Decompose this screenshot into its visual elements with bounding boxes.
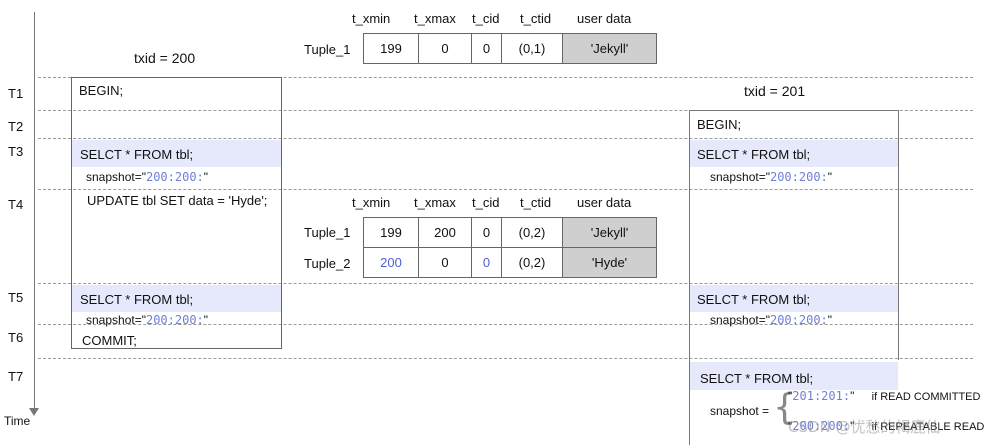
snapshot-value: 200:200: [769, 313, 828, 327]
tx-right-label: txid = 201 [744, 83, 806, 99]
mid-col-xmin: t_xmin [352, 195, 391, 210]
snapshot-option-mode: if READ COMMITTED [871, 391, 981, 403]
tx-right-border-right [898, 110, 899, 360]
mid-tuple2-xmin: 200 [363, 247, 419, 278]
watermark: CSDN @忧愁的褐鹿仙 [788, 418, 941, 436]
mid-col-ctid: t_ctid [520, 195, 552, 210]
tx-right-snapshot2: snapshot="200:200:" [710, 313, 832, 327]
snapshot-prefix: snapshot=" [86, 170, 146, 184]
mid-tuple2-ctid: (0,2) [501, 247, 563, 278]
time-label-t3: T3 [8, 144, 24, 159]
top-col-userdata: user data [577, 11, 632, 26]
tx-left-begin: BEGIN; [79, 83, 124, 98]
top-tuple1-xmin: 199 [363, 33, 419, 64]
tx-left-label: txid = 200 [134, 50, 196, 66]
separator-t7 [38, 358, 973, 359]
snapshot-prefix: snapshot=" [710, 170, 770, 184]
tx-right-select3: SELCT * FROM tbl; [700, 371, 814, 386]
top-tuple1-ctid: (0,1) [501, 33, 563, 64]
tx-right-select2: SELCT * FROM tbl; [697, 292, 811, 307]
mid-tuple2-data: 'Hyde' [562, 247, 657, 278]
snapshot-prefix: snapshot=" [86, 313, 146, 327]
tx-right-select1: SELCT * FROM tbl; [697, 147, 811, 162]
tx-left-commit: COMMIT; [82, 333, 137, 348]
snapshot-value: 200:200: [145, 170, 204, 184]
tx-left-snapshot1: snapshot="200:200:" [86, 170, 208, 184]
mid-tuple1-xmin: 199 [363, 217, 419, 248]
time-axis [34, 12, 35, 412]
top-tuple1-xmax: 0 [418, 33, 472, 64]
snapshot-option-value: 201:201: [792, 389, 851, 403]
snapshot-suffix: " [203, 170, 209, 184]
tx-right-border-top [689, 110, 899, 111]
tx-right-begin: BEGIN; [697, 117, 742, 132]
mid-tuple2-cid: 0 [471, 247, 502, 278]
tx-right-snapshot-label: snapshot = [710, 404, 770, 418]
mid-tuple1-name: Tuple_1 [304, 225, 351, 240]
snapshot-value: 200:200: [145, 313, 204, 327]
top-col-cid: t_cid [472, 11, 500, 26]
mid-col-cid: t_cid [472, 195, 500, 210]
time-label-t2: T2 [8, 119, 24, 134]
snapshot-prefix: snapshot=" [710, 313, 770, 327]
time-label-t1: T1 [8, 86, 24, 101]
top-col-xmin: t_xmin [352, 11, 391, 26]
tx-left-select2: SELCT * FROM tbl; [80, 292, 194, 307]
top-col-xmax: t_xmax [414, 11, 456, 26]
time-axis-arrow-icon [29, 408, 39, 416]
mid-tuple2-xmax: 0 [418, 247, 472, 278]
time-label-t6: T6 [8, 330, 24, 345]
snapshot-suffix: " [827, 170, 833, 184]
snapshot-suffix: " [827, 313, 833, 327]
tx-right-snapshot1: snapshot="200:200:" [710, 170, 832, 184]
mid-col-xmax: t_xmax [414, 195, 456, 210]
time-axis-label: Time [4, 414, 31, 428]
mid-tuple1-data: 'Jekyll' [562, 217, 657, 248]
mid-tuple2-name: Tuple_2 [304, 256, 351, 271]
tx-left-snapshot2: snapshot="200:200:" [86, 313, 208, 327]
time-label-t4: T4 [8, 197, 24, 212]
snapshot-value: 200:200: [769, 170, 828, 184]
top-tuple1-cid: 0 [471, 33, 502, 64]
top-tuple1-name: Tuple_1 [304, 42, 351, 57]
snapshot-suffix: " [203, 313, 209, 327]
tx-left-select1: SELCT * FROM tbl; [80, 147, 194, 162]
tx-left-update: UPDATE tbl SET data = 'Hyde'; [87, 193, 268, 208]
time-label-t5: T5 [8, 290, 24, 305]
time-label-t7: T7 [8, 369, 24, 384]
mid-col-userdata: user data [577, 195, 632, 210]
top-col-ctid: t_ctid [520, 11, 552, 26]
snapshot-option-read-committed: "201:201:" if READ COMMITTED [788, 389, 981, 403]
mid-tuple1-xmax: 200 [418, 217, 472, 248]
top-tuple1-data: 'Jekyll' [562, 33, 657, 64]
mid-tuple1-cid: 0 [471, 217, 502, 248]
mid-tuple1-ctid: (0,2) [501, 217, 563, 248]
